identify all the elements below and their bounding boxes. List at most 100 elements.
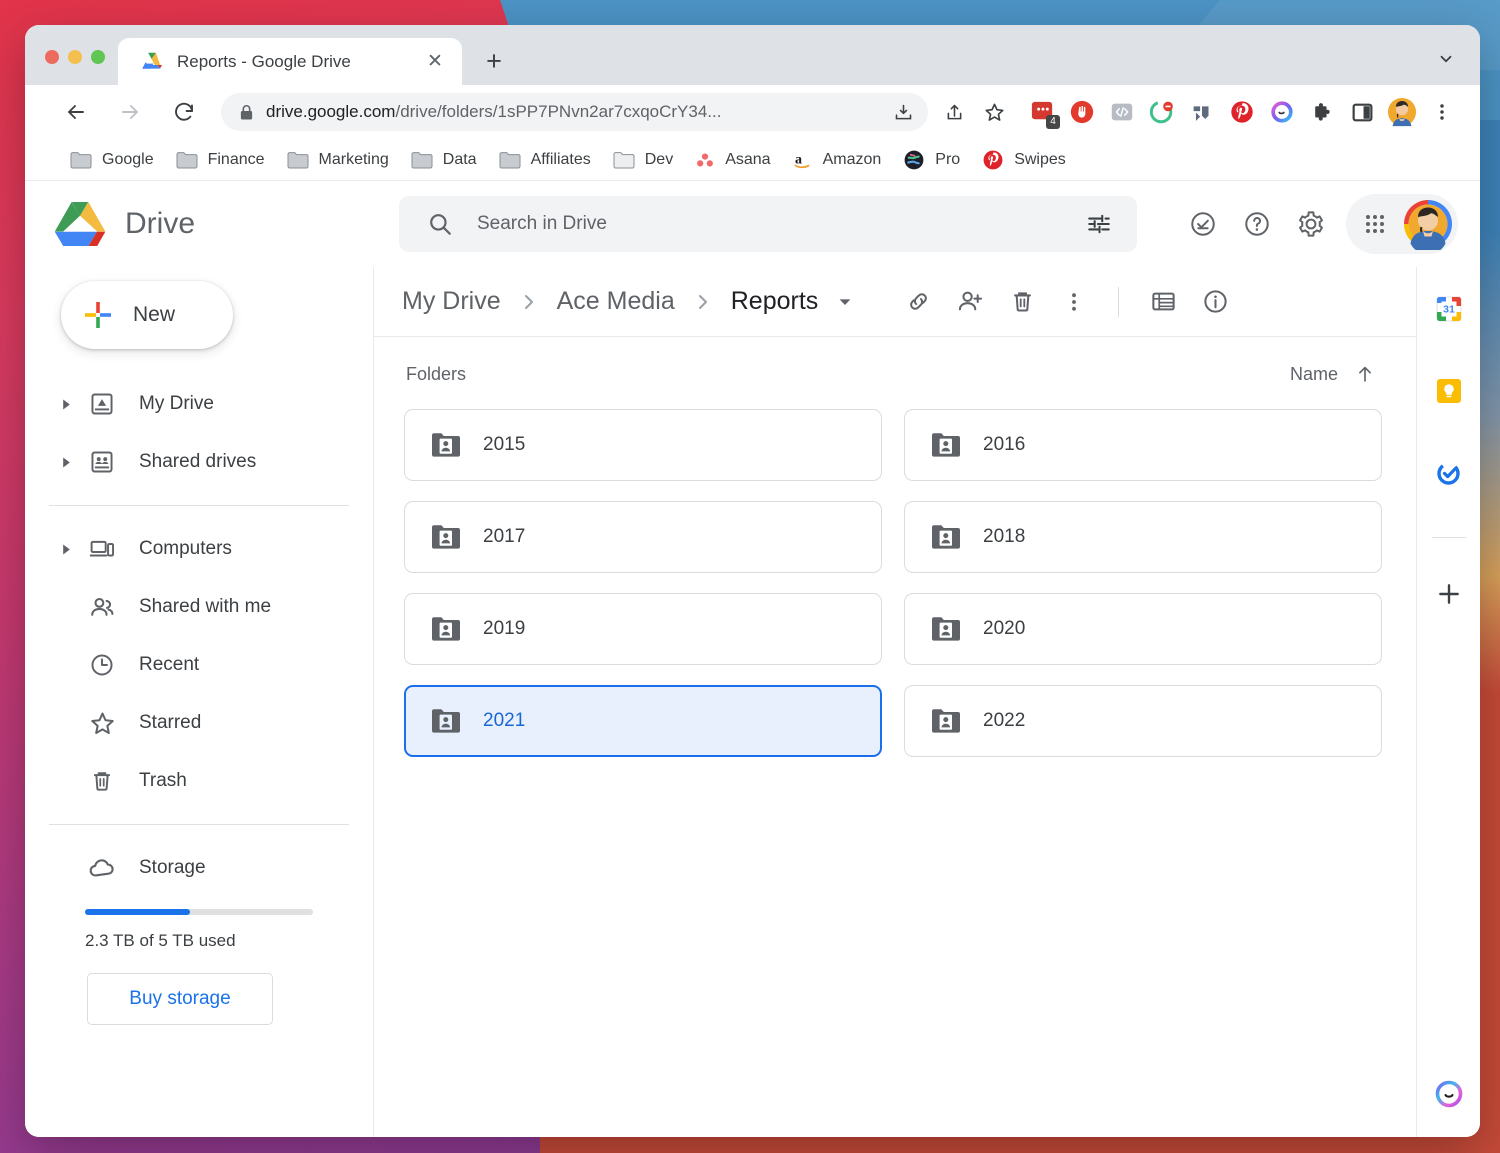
bookmark-google[interactable]: Google <box>59 146 165 174</box>
bookmark-affiliates[interactable]: Affiliates <box>488 146 602 174</box>
bookmark-star-icon[interactable] <box>974 94 1014 130</box>
close-tab-button[interactable]: ✕ <box>422 49 448 75</box>
reload-button[interactable] <box>167 95 201 129</box>
storage-section: 2.3 TB of 5 TB used Buy storage <box>25 897 373 1025</box>
tune-icon[interactable] <box>1075 200 1123 248</box>
help-icon[interactable] <box>1230 197 1284 251</box>
folder-card-selected[interactable]: 2021 <box>404 685 882 757</box>
folder-card[interactable]: 2016 <box>904 409 1382 481</box>
folder-icon <box>176 151 198 169</box>
folders-header-row: Folders Name <box>404 363 1382 385</box>
folder-card[interactable]: 2020 <box>904 593 1382 665</box>
apps-grid-icon[interactable] <box>1348 197 1402 251</box>
ai-assistant-extension-icon[interactable] <box>1262 94 1302 130</box>
bookmark-amazon[interactable]: a Amazon <box>782 145 893 175</box>
bookmark-data[interactable]: Data <box>400 146 488 174</box>
settings-gear-icon[interactable] <box>1284 197 1338 251</box>
sidebar-item-shared-with-me[interactable]: Shared with me <box>25 578 349 636</box>
google-keep-icon[interactable] <box>1429 371 1469 411</box>
caret-down-icon[interactable] <box>836 293 854 311</box>
new-tab-button[interactable]: + <box>476 43 512 79</box>
buy-storage-button[interactable]: Buy storage <box>87 973 273 1025</box>
folder-card[interactable]: 2018 <box>904 501 1382 573</box>
trash-icon <box>79 768 125 794</box>
puzzle-extensions-icon[interactable] <box>1302 94 1342 130</box>
sidebar-item-shared-drives[interactable]: Shared drives <box>25 433 349 491</box>
search-icon <box>427 211 453 237</box>
bookmark-swipes[interactable]: Swipes <box>971 144 1077 176</box>
forward-button[interactable] <box>113 95 147 129</box>
breadcrumb-ace-media[interactable]: Ace Media <box>553 283 679 320</box>
folder-card[interactable]: 2015 <box>404 409 882 481</box>
chrome-menu-icon[interactable] <box>1422 94 1462 130</box>
bookmark-finance[interactable]: Finance <box>165 146 276 174</box>
folder-name: 2016 <box>983 434 1026 455</box>
folder-icon <box>499 151 521 169</box>
side-panel-icon[interactable] <box>1342 94 1382 130</box>
add-person-icon[interactable] <box>944 276 996 328</box>
bookmark-asana[interactable]: Asana <box>684 146 781 174</box>
trash-icon[interactable] <box>996 276 1048 328</box>
drive-body: New My Drive Shared drives Computers Sha… <box>25 267 1480 1137</box>
sidebar-item-recent[interactable]: Recent <box>25 636 349 694</box>
expand-caret-icon[interactable] <box>53 457 79 468</box>
new-button[interactable]: New <box>61 281 233 349</box>
bookmark-dev[interactable]: Dev <box>602 146 684 174</box>
sidebar-item-my-drive[interactable]: My Drive <box>25 375 349 433</box>
sort-control[interactable]: Name <box>1290 363 1376 385</box>
folder-card[interactable]: 2022 <box>904 685 1382 757</box>
code-extension-icon[interactable] <box>1102 94 1142 130</box>
info-icon[interactable] <box>1189 276 1241 328</box>
bookmark-pro[interactable]: Pro <box>892 144 971 176</box>
sidebar-item-computers[interactable]: Computers <box>25 520 349 578</box>
profile-avatar[interactable] <box>1382 94 1422 130</box>
sidebar-item-starred[interactable]: Starred <box>25 694 349 752</box>
trello-extension-icon[interactable] <box>1182 94 1222 130</box>
minimize-window-button[interactable] <box>68 50 82 64</box>
toolbar-divider <box>1118 286 1120 317</box>
bookmark-label: Pro <box>935 150 961 168</box>
list-view-icon[interactable] <box>1137 276 1189 328</box>
sort-label: Name <box>1289 363 1338 384</box>
assistant-blob-icon[interactable] <box>1429 1075 1469 1115</box>
folder-card[interactable]: 2017 <box>404 501 882 573</box>
breadcrumb-reports[interactable]: Reports <box>727 283 823 320</box>
sidebar-item-trash[interactable]: Trash <box>25 752 349 810</box>
notes-extension-icon[interactable]: 4 <box>1022 94 1062 130</box>
download-icon[interactable] <box>893 102 914 123</box>
sidebar-item-label: Computers <box>139 538 232 559</box>
drive-main: My Drive Ace Media Reports Folders Name … <box>373 267 1416 1137</box>
grammar-extension-icon[interactable] <box>1142 94 1182 130</box>
lock-icon <box>239 104 254 121</box>
search-input[interactable]: Search in Drive <box>399 196 1137 252</box>
google-calendar-icon[interactable]: 31 <box>1429 289 1469 329</box>
chevron-down-icon[interactable] <box>1436 49 1456 69</box>
breadcrumb-my-drive[interactable]: My Drive <box>398 283 505 320</box>
pinterest-extension-icon[interactable] <box>1222 94 1262 130</box>
add-app-button[interactable] <box>1429 574 1469 614</box>
tasks-check-icon[interactable] <box>1176 197 1230 251</box>
browser-window: Reports - Google Drive ✕ + drive.google.… <box>25 25 1480 1137</box>
expand-caret-icon[interactable] <box>53 544 79 555</box>
drive-brand[interactable]: Drive <box>53 200 399 248</box>
google-tasks-icon[interactable] <box>1429 453 1469 493</box>
more-vertical-icon[interactable] <box>1048 276 1100 328</box>
arrow-up-icon[interactable] <box>1354 363 1376 385</box>
folder-card[interactable]: 2019 <box>404 593 882 665</box>
bookmark-marketing[interactable]: Marketing <box>276 146 400 174</box>
link-icon[interactable] <box>892 276 944 328</box>
close-window-button[interactable] <box>45 50 59 64</box>
browser-tab[interactable]: Reports - Google Drive ✕ <box>118 38 462 85</box>
side-apps-rail: 31 <box>1416 267 1480 1137</box>
expand-caret-icon[interactable] <box>53 399 79 410</box>
asana-icon <box>695 151 715 169</box>
folder-name: 2020 <box>983 618 1026 639</box>
address-bar[interactable]: drive.google.com/drive/folders/1sPP7PNvn… <box>221 93 928 131</box>
my-drive-icon <box>79 391 125 417</box>
share-icon[interactable] <box>934 94 974 130</box>
sidebar-item-storage[interactable]: Storage <box>25 839 349 897</box>
adblock-extension-icon[interactable] <box>1062 94 1102 130</box>
account-avatar[interactable] <box>1402 198 1454 250</box>
back-button[interactable] <box>59 95 93 129</box>
maximize-window-button[interactable] <box>91 50 105 64</box>
